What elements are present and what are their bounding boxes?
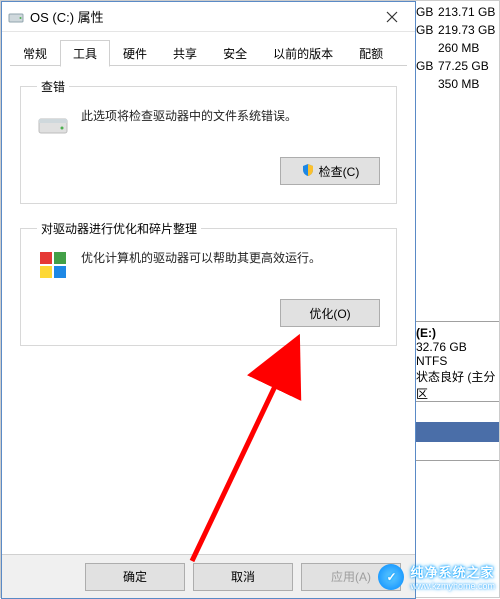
error-checking-legend: 查错 [37,78,69,95]
tab-body-tools: 查错 此选项将检查驱动器中的文件系统错误。 检查(C) 对驱动器进行优化和碎片整… [2,66,415,554]
cancel-button[interactable]: 取消 [193,563,293,591]
drive-disk-icon [37,107,69,139]
titlebar: OS (C:) 属性 [2,2,415,32]
shield-icon [301,163,315,180]
close-button[interactable] [369,2,415,32]
defrag-icon [37,249,69,281]
error-checking-desc: 此选项将检查驱动器中的文件系统错误。 [81,105,380,124]
check-button-label: 检查(C) [319,163,360,180]
close-icon [386,11,398,23]
optimize-button-label: 优化(O) [309,305,350,322]
watermark-title: 纯净系统之家 [410,562,495,581]
error-checking-group: 查错 此选项将检查驱动器中的文件系统错误。 检查(C) [20,78,397,204]
background-volume-panel: (E:) 32.76 GB NTFS 状态良好 (主分区 [414,321,499,406]
tab-quota[interactable]: 配额 [346,40,396,66]
tab-sharing[interactable]: 共享 [160,40,210,66]
watermark: ✓ 纯净系统之家 www.kzmyhome.com [378,562,495,591]
dialog-title: OS (C:) 属性 [30,7,369,26]
optimize-legend: 对驱动器进行优化和碎片整理 [37,220,201,237]
tab-security[interactable]: 安全 [210,40,260,66]
drive-properties-dialog: OS (C:) 属性 常规 工具 硬件 共享 安全 以前的版本 配额 查错 此选… [1,1,416,599]
dialog-footer: 确定 取消 应用(A) [2,554,415,598]
background-list: GB213.71 GB GB219.73 GB 260 MB GB77.25 G… [414,1,499,597]
watermark-icon: ✓ [378,564,404,590]
optimize-button[interactable]: 优化(O) [280,299,380,327]
watermark-url: www.kzmyhome.com [410,581,495,591]
optimize-desc: 优化计算机的驱动器可以帮助其更高效运行。 [81,247,380,266]
tab-hardware[interactable]: 硬件 [110,40,160,66]
ok-button[interactable]: 确定 [85,563,185,591]
background-disk-strip [414,401,499,461]
tab-previous[interactable]: 以前的版本 [260,40,346,66]
tab-strip: 常规 工具 硬件 共享 安全 以前的版本 配额 [2,32,415,66]
annotation-arrow [152,146,322,566]
tab-general[interactable]: 常规 [10,40,60,66]
tab-tools[interactable]: 工具 [60,40,110,67]
check-button[interactable]: 检查(C) [280,157,380,185]
drive-icon [8,9,24,25]
optimize-group: 对驱动器进行优化和碎片整理 优化计算机的驱动器可以帮助其更高效运行。 优化(O) [20,220,397,346]
